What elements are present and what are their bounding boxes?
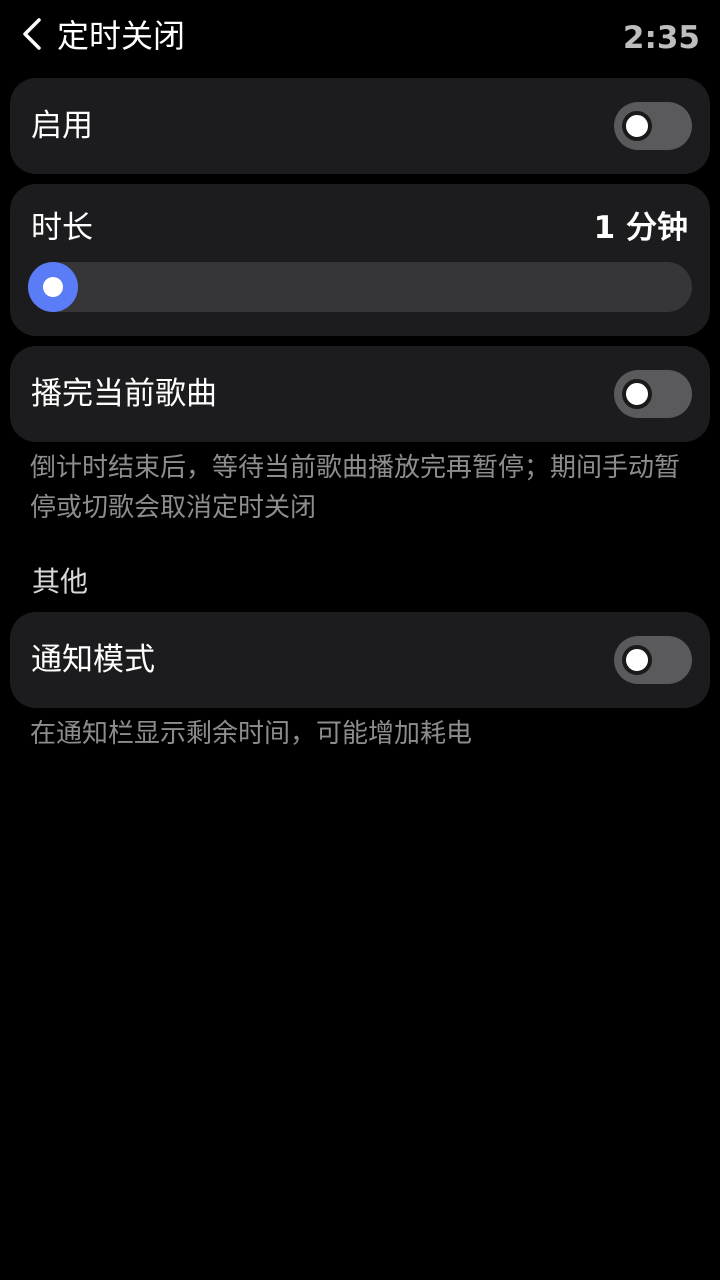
finish-song-description: 倒计时结束后，等待当前歌曲播放完再暂停；期间手动暂停或切歌会取消定时关闭 <box>30 453 681 523</box>
chevron-left-icon <box>20 16 44 56</box>
notify-card[interactable]: 通知模式 <box>10 612 710 708</box>
finish-song-card[interactable]: 播完当前歌曲 <box>10 346 710 442</box>
toggle-knob <box>622 645 652 675</box>
timer-close-screen: 定时关闭 2:35 启用 时长 1 分钟 播完当前歌曲 倒计时结束后，等待当前歌… <box>0 0 720 1280</box>
duration-label: 时长 <box>31 210 93 246</box>
toggle-knob <box>622 111 652 141</box>
notify-label: 通知模式 <box>31 642 155 678</box>
slider-thumb[interactable] <box>28 262 78 312</box>
duration-value: 1 分钟 <box>593 210 688 246</box>
section-heading-other: 其他 <box>32 565 89 598</box>
toggle-knob <box>622 379 652 409</box>
page-title: 定时关闭 <box>57 17 186 55</box>
enable-toggle[interactable] <box>614 102 692 150</box>
app-header: 定时关闭 2:35 <box>0 0 720 74</box>
slider-thumb-dot <box>43 277 63 297</box>
duration-card: 时长 1 分钟 <box>10 184 710 336</box>
finish-song-label: 播完当前歌曲 <box>31 376 217 412</box>
notify-toggle[interactable] <box>614 636 692 684</box>
finish-song-toggle[interactable] <box>614 370 692 418</box>
enable-card[interactable]: 启用 <box>10 78 710 174</box>
status-clock: 2:35 <box>622 20 700 56</box>
notify-description: 在通知栏显示剩余时间，可能增加耗电 <box>30 719 473 749</box>
enable-label: 启用 <box>31 108 93 144</box>
back-button[interactable] <box>14 16 50 56</box>
duration-slider[interactable] <box>28 262 692 312</box>
